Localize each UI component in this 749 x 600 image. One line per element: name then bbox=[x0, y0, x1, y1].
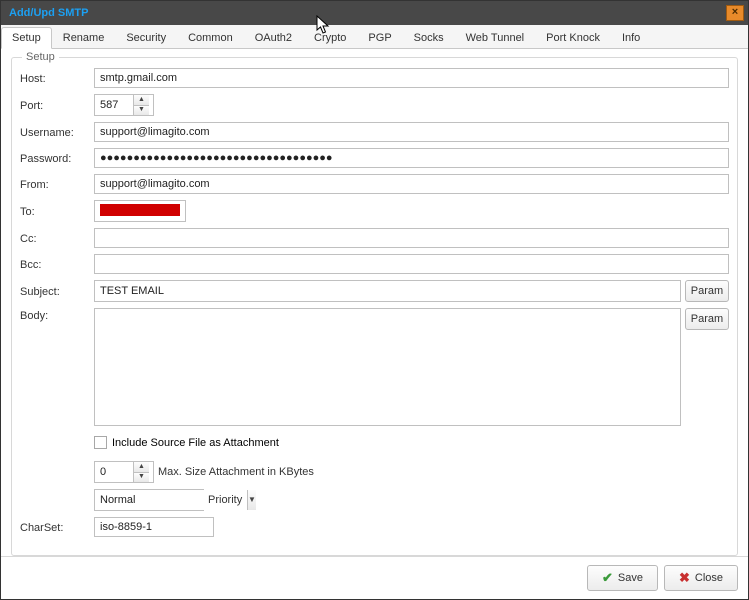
save-button-label: Save bbox=[618, 572, 643, 584]
tab-strip: Setup Rename Security Common OAuth2 Cryp… bbox=[1, 25, 748, 49]
priority-label: Priority bbox=[208, 494, 242, 506]
host-input[interactable] bbox=[94, 68, 729, 88]
maxsize-up-button[interactable]: ▲ bbox=[134, 462, 149, 473]
save-button[interactable]: ✔ Save bbox=[587, 565, 658, 591]
maxsize-input[interactable] bbox=[95, 462, 133, 482]
port-input[interactable] bbox=[95, 95, 133, 115]
tab-setup[interactable]: Setup bbox=[1, 27, 52, 49]
from-input[interactable] bbox=[94, 174, 729, 194]
subject-param-button[interactable]: Param bbox=[685, 280, 729, 302]
port-up-button[interactable]: ▲ bbox=[134, 95, 149, 106]
bcc-label: Bcc: bbox=[20, 257, 94, 271]
cc-input[interactable] bbox=[94, 228, 729, 248]
window-title: Add/Upd SMTP bbox=[9, 7, 88, 19]
username-label: Username: bbox=[20, 125, 94, 139]
tab-content: Setup Host: Port: ▲ ▼ bbox=[1, 49, 748, 556]
close-button-label: Close bbox=[695, 572, 723, 584]
username-input[interactable] bbox=[94, 122, 729, 142]
window-close-button[interactable]: × bbox=[726, 5, 744, 21]
password-input[interactable] bbox=[94, 148, 729, 168]
setup-fieldset: Setup Host: Port: ▲ ▼ bbox=[11, 57, 738, 556]
subject-label: Subject: bbox=[20, 284, 94, 298]
maxsize-label: Max. Size Attachment in KBytes bbox=[158, 466, 314, 478]
x-icon: ✖ bbox=[679, 570, 690, 586]
tab-common[interactable]: Common bbox=[177, 27, 244, 48]
to-redacted-value bbox=[100, 204, 180, 216]
from-label: From: bbox=[20, 177, 94, 191]
smtp-dialog-window: Add/Upd SMTP × Setup Rename Security Com… bbox=[0, 0, 749, 600]
tab-crypto[interactable]: Crypto bbox=[303, 27, 357, 48]
bcc-input[interactable] bbox=[94, 254, 729, 274]
dialog-footer: ✔ Save ✖ Close bbox=[1, 556, 748, 599]
tab-rename[interactable]: Rename bbox=[52, 27, 116, 48]
tab-pgp[interactable]: PGP bbox=[357, 27, 402, 48]
body-param-button[interactable]: Param bbox=[685, 308, 729, 330]
priority-combo[interactable]: ▼ bbox=[94, 489, 204, 511]
tab-socks[interactable]: Socks bbox=[403, 27, 455, 48]
charset-input[interactable] bbox=[94, 517, 214, 537]
to-input[interactable] bbox=[94, 200, 186, 222]
close-button[interactable]: ✖ Close bbox=[664, 565, 738, 591]
body-textarea[interactable] bbox=[94, 308, 681, 426]
charset-label: CharSet: bbox=[20, 520, 94, 534]
tab-security[interactable]: Security bbox=[115, 27, 177, 48]
port-spinner[interactable]: ▲ ▼ bbox=[94, 94, 154, 116]
priority-dropdown-button[interactable]: ▼ bbox=[247, 490, 256, 510]
tab-oauth2[interactable]: OAuth2 bbox=[244, 27, 303, 48]
port-down-button[interactable]: ▼ bbox=[134, 106, 149, 116]
fieldset-legend: Setup bbox=[22, 51, 59, 63]
to-label: To: bbox=[20, 204, 94, 218]
port-label: Port: bbox=[20, 98, 94, 112]
include-attachment-label: Include Source File as Attachment bbox=[112, 437, 279, 449]
check-icon: ✔ bbox=[602, 570, 613, 586]
tab-webtunnel[interactable]: Web Tunnel bbox=[455, 27, 536, 48]
maxsize-down-button[interactable]: ▼ bbox=[134, 473, 149, 483]
titlebar: Add/Upd SMTP × bbox=[1, 1, 748, 25]
body-label: Body: bbox=[20, 308, 94, 322]
host-label: Host: bbox=[20, 71, 94, 85]
subject-input[interactable] bbox=[94, 280, 681, 302]
tab-portknock[interactable]: Port Knock bbox=[535, 27, 611, 48]
maxsize-spinner[interactable]: ▲ ▼ bbox=[94, 461, 154, 483]
cc-label: Cc: bbox=[20, 231, 94, 245]
password-label: Password: bbox=[20, 151, 94, 165]
include-attachment-checkbox[interactable] bbox=[94, 436, 107, 449]
tab-info[interactable]: Info bbox=[611, 27, 651, 48]
